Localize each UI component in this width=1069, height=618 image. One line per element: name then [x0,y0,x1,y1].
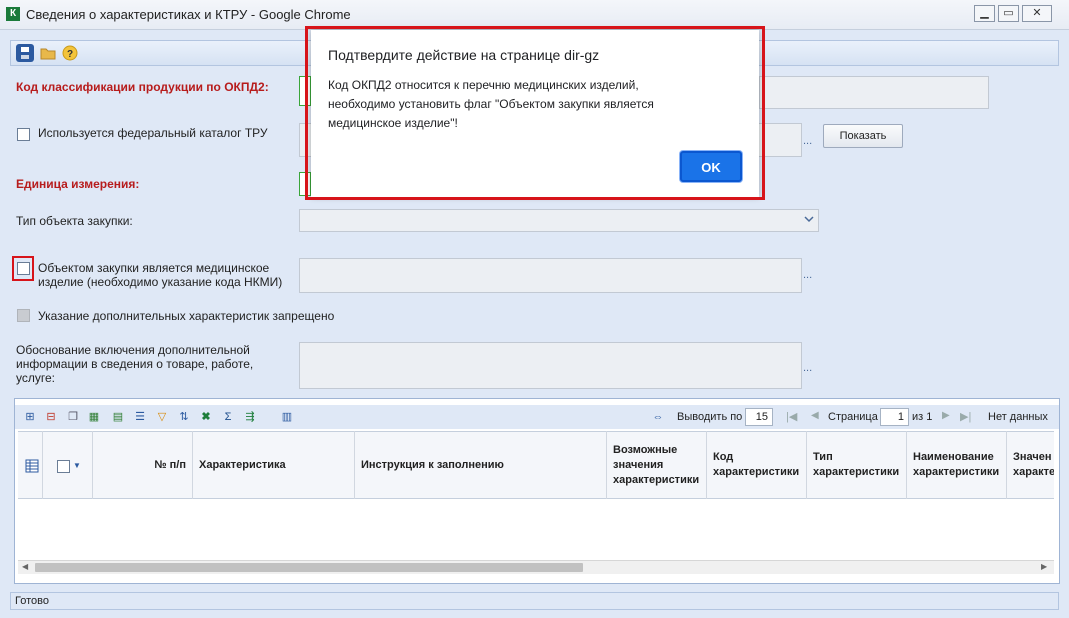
nkmi-select-button[interactable]: ... [803,269,812,281]
close-button[interactable]: ✕ [1022,5,1052,22]
import-icon[interactable]: ▦ [86,409,102,425]
window-title: Сведения о характеристиках и КТРУ - Goog… [26,7,351,22]
col-code[interactable]: Код характеристики [706,431,806,499]
dialog-title: Подтвердите действие на странице dir-gz [328,47,600,63]
maximize-button[interactable]: ▭ [998,5,1019,22]
reason-field[interactable] [299,342,802,389]
excel-export-icon[interactable]: ✖ [198,409,214,425]
dialog-message: Код ОКПД2 относится к перечню медицински… [328,78,654,130]
add-row-icon[interactable]: ⊞ [22,409,38,425]
open-folder-icon[interactable] [39,44,57,62]
col-value[interactable]: Значен характе [1006,431,1054,499]
chevron-down-icon[interactable] [803,213,815,228]
col-number[interactable]: № п/п [92,431,192,499]
svg-text:?: ? [67,49,73,60]
next-page-icon[interactable]: ▶ [942,410,950,421]
col-possible-values[interactable]: Возможные значения характеристики [606,431,706,499]
extra-forbidden-checkbox [17,309,30,322]
grid-settings-icon[interactable] [25,459,39,476]
purchase-type-select[interactable] [299,209,819,232]
status-bar: Готово [10,592,1059,610]
help-icon[interactable]: ? [61,44,79,62]
select-menu-chevron-icon[interactable]: ▼ [73,461,81,470]
federal-catalog-label: Используется федеральный каталог ТРУ [38,126,268,140]
select-all-checkbox[interactable] [57,460,70,473]
scroll-right-icon[interactable]: ▶ [1041,562,1047,571]
reason-label: Обоснование включения дополнительной инф… [16,343,254,385]
last-page-icon[interactable]: ▶| [960,410,971,423]
col-characteristic[interactable]: Характеристика [192,431,354,499]
page-total-label: из 1 [912,411,933,423]
extra-forbidden-label: Указание дополнительных характеристик за… [38,309,335,323]
nkmi-field[interactable] [299,258,802,293]
export-menu-icon[interactable]: ⇶ [242,409,258,425]
scrollbar-thumb[interactable] [35,563,583,572]
federal-catalog-checkbox[interactable] [17,128,30,141]
col-name[interactable]: Наименование характеристики [906,431,1006,499]
page-size-icon: ⇔ [652,411,664,423]
first-page-icon[interactable]: |◀ [786,410,797,423]
list-icon[interactable]: ☰ [132,409,148,425]
purchase-type-label: Тип объекта закупки: [16,214,133,228]
page-label: Страница [828,411,878,423]
ktru-select-button[interactable]: ... [803,135,812,147]
page-size-input[interactable]: 15 [745,408,773,426]
medical-device-label: Объектом закупки является медицинское из… [38,261,283,289]
window-frame [0,30,6,618]
delete-row-icon[interactable]: ⊟ [43,409,59,425]
ok-button[interactable]: OK [680,151,742,182]
sort-icon[interactable]: ⇅ [176,409,192,425]
show-button[interactable]: Показать [823,124,903,148]
col-instruction[interactable]: Инструкция к заполнению [354,431,606,499]
columns-icon[interactable]: ▥ [279,409,295,425]
page-size-label: Выводить по [677,411,743,423]
unit-label: Единица измерения: [16,177,140,191]
medical-device-checkbox[interactable] [17,262,30,275]
minimize-button[interactable]: ▁ [974,5,995,22]
copy-icon[interactable]: ❐ [65,409,81,425]
prev-page-icon[interactable]: ◀ [811,410,819,421]
app-logo-icon: К [6,7,20,21]
scroll-left-icon[interactable]: ◀ [22,562,28,571]
filter-icon[interactable]: ▽ [154,409,170,425]
table-edit-icon[interactable]: ▤ [110,409,126,425]
save-icon[interactable] [16,44,34,62]
reason-select-button[interactable]: ... [803,362,812,374]
okpd-label: Код классификации продукции по ОКПД2: [16,80,269,94]
sum-icon[interactable]: Σ [220,409,236,425]
okpd-name-field [759,76,989,109]
no-data-label: Нет данных [988,411,1048,423]
col-type[interactable]: Тип характеристики [806,431,906,499]
page-input[interactable]: 1 [880,408,909,426]
